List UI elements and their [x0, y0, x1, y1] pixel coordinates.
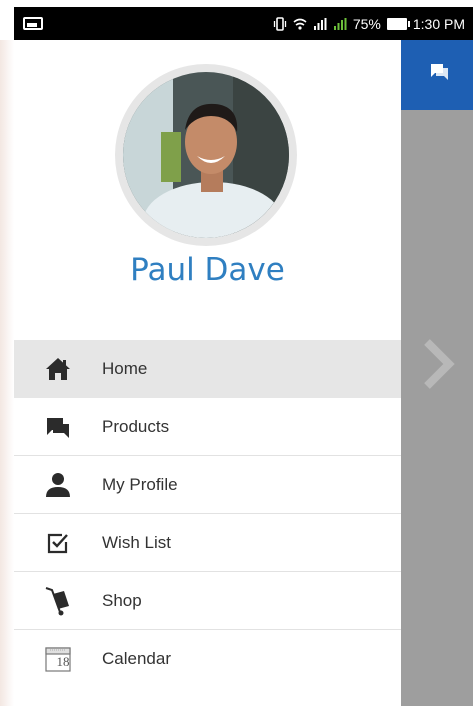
battery-icon: [386, 17, 410, 30]
menu-item-label: Wish List: [102, 532, 171, 552]
status-bar: 75% 1:30 PM: [14, 7, 473, 40]
profile-header: Paul Dave: [14, 40, 401, 340]
menu-item-products[interactable]: Products: [14, 398, 401, 456]
menu-item-wish-list[interactable]: Wish List: [14, 514, 401, 572]
calendar-day: 18: [56, 653, 70, 669]
avatar-ring: [115, 64, 297, 246]
chevron-right-icon[interactable]: [419, 338, 459, 390]
menu-item-my-profile[interactable]: My Profile: [14, 456, 401, 514]
clock: 1:30 PM: [412, 15, 465, 32]
drawer-menu: Home Products My Profile Wish List Shop …: [14, 340, 401, 688]
menu-item-home[interactable]: Home: [14, 340, 401, 398]
person-icon: [44, 471, 72, 499]
signal-icon: [313, 17, 327, 30]
menu-item-label: Home: [102, 359, 148, 378]
app-bar: [401, 40, 473, 110]
menu-item-calendar[interactable]: 18 Calendar: [14, 630, 401, 688]
signal-sim2-icon: [333, 17, 347, 30]
home-icon: [44, 355, 72, 383]
chat-icon: [44, 413, 72, 441]
avatar[interactable]: [123, 72, 289, 238]
navigation-drawer: Paul Dave Home Products My Profile Wish …: [14, 40, 401, 706]
menu-item-label: Shop: [102, 590, 142, 610]
menu-item-label: My Profile: [102, 474, 178, 494]
vibrate-icon: [273, 16, 286, 31]
background-edge: [0, 40, 14, 706]
menu-item-label: Products: [102, 416, 170, 436]
checkbox-icon: [44, 529, 72, 557]
battery-percent: 75%: [352, 15, 381, 32]
user-name: Paul Dave: [130, 252, 285, 288]
hand-truck-icon: [44, 586, 72, 615]
notification-image-icon: [23, 17, 43, 30]
calendar-icon: 18: [44, 645, 72, 673]
main-content-scrim[interactable]: [401, 40, 473, 706]
wifi-icon: [293, 18, 307, 30]
menu-item-shop[interactable]: Shop: [14, 572, 401, 630]
avatar-photo: [123, 72, 289, 238]
status-icons: 75% 1:30 PM: [273, 16, 473, 32]
chat-icon[interactable]: [431, 64, 449, 80]
menu-item-label: Calendar: [102, 649, 171, 668]
